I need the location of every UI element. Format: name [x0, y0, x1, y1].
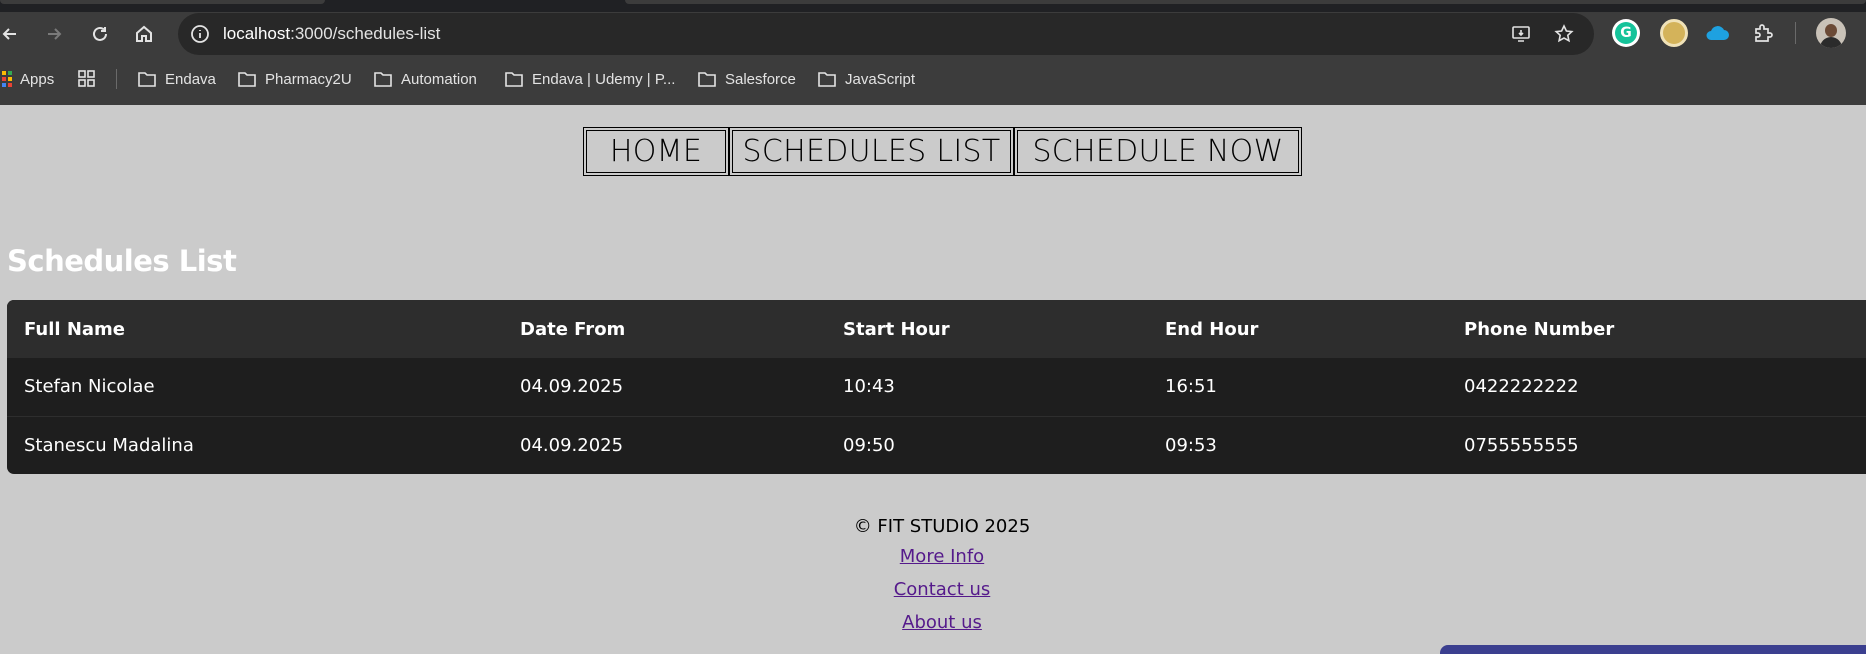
cloud-extension-icon[interactable] — [1703, 19, 1731, 47]
column-header-date-from: Date From — [520, 318, 626, 340]
folder-icon — [818, 72, 836, 87]
nav-schedules-list-link[interactable]: SCHEDULES LIST — [729, 127, 1014, 176]
profile-avatar[interactable] — [1816, 18, 1846, 48]
grammarly-icon[interactable]: G — [1612, 19, 1640, 47]
bookmarks-separator — [116, 69, 117, 89]
tab-strip — [0, 0, 1866, 12]
column-header-start-hour: Start Hour — [843, 318, 950, 340]
bookmark-folder-salesforce[interactable]: Salesforce — [697, 68, 796, 90]
bookmark-folder-automation[interactable]: Automation — [373, 68, 477, 90]
column-header-phone-number: Phone Number — [1464, 318, 1615, 340]
bookmarks-bar: Apps Endava Pharmacy2U Automation Endava… — [0, 64, 1866, 94]
bookmark-apps-label: Apps — [20, 70, 55, 88]
table-header-row: Full Name Date From Start Hour End Hour … — [7, 300, 1866, 358]
bookmark-folder-javascript[interactable]: JavaScript — [817, 68, 915, 90]
nav-schedule-now-link[interactable]: SCHEDULE NOW — [1014, 127, 1302, 176]
schedules-table-container: Full Name Date From Start Hour End Hour … — [7, 300, 1866, 474]
install-app-icon[interactable] — [1511, 24, 1531, 44]
forward-icon[interactable] — [38, 18, 70, 50]
url-host: localhost — [223, 24, 291, 43]
bookmark-apps[interactable]: Apps — [0, 68, 54, 90]
main-nav: HOME SCHEDULES LIST SCHEDULE NOW — [583, 127, 1302, 176]
page-title: Schedules List — [7, 244, 237, 278]
browser-chrome: localhost:3000/schedules-list G Apps End… — [0, 0, 1866, 105]
cell-date-from: 04.09.2025 — [503, 415, 826, 474]
column-header-end-hour: End Hour — [1165, 318, 1259, 340]
cell-end-hour: 16:51 — [1165, 376, 1217, 398]
bookmark-star-icon[interactable] — [1554, 24, 1574, 44]
cell-end-hour: 09:53 — [1148, 415, 1447, 474]
cell-phone-number: 0422222222 — [1464, 376, 1579, 398]
cell-date-from: 04.09.2025 — [520, 376, 624, 398]
home-icon[interactable] — [128, 18, 160, 50]
address-bar[interactable]: localhost:3000/schedules-list — [178, 13, 1594, 55]
nav-home-link[interactable]: HOME — [583, 127, 729, 176]
reload-icon[interactable] — [84, 18, 116, 50]
back-icon[interactable] — [0, 18, 26, 50]
cell-start-hour: 10:43 — [843, 376, 895, 398]
schedules-table: Full Name Date From Start Hour End Hour … — [7, 300, 1866, 474]
toolbar-separator — [1795, 22, 1796, 44]
folder-icon — [138, 72, 156, 87]
coin-extension-icon[interactable] — [1660, 19, 1688, 47]
tab-active-edge[interactable] — [0, 0, 325, 4]
tab-groups-icon[interactable] — [77, 68, 97, 90]
page-footer: © FIT STUDIO 2025 More Info Contact us A… — [0, 514, 1866, 639]
apps-grid-icon — [0, 71, 12, 87]
folder-icon — [505, 72, 523, 87]
url-path: :3000/schedules-list — [290, 24, 441, 43]
bookmark-folder-endava-udemy[interactable]: Endava | Udemy | P... — [504, 68, 675, 90]
column-header-full-name: Full Name — [24, 318, 125, 340]
folder-icon — [374, 72, 392, 87]
site-info-icon[interactable] — [190, 24, 210, 44]
extensions-puzzle-icon[interactable] — [1749, 19, 1777, 47]
folder-icon — [698, 72, 716, 87]
contact-us-link[interactable]: Contact us — [894, 573, 991, 607]
folder-icon — [238, 72, 256, 87]
bookmark-folder-endava[interactable]: Endava — [137, 68, 216, 90]
cell-start-hour: 09:50 — [826, 415, 1148, 474]
cell-full-name: Stefan Nicolae — [24, 376, 155, 398]
table-row: Stefan Nicolae 04.09.2025 10:43 16:51 04… — [7, 358, 1866, 416]
bookmark-folder-pharmacy2u[interactable]: Pharmacy2U — [237, 68, 352, 90]
copyright-text: © FIT STUDIO 2025 — [853, 516, 1031, 537]
more-info-link[interactable]: More Info — [900, 540, 984, 574]
url-text[interactable]: localhost:3000/schedules-list — [223, 24, 440, 44]
table-row: Stanescu Madalina 04.09.2025 09:50 09:53… — [7, 415, 1866, 474]
cell-phone-number: 0755555555 — [1447, 415, 1866, 474]
about-us-link[interactable]: About us — [902, 606, 982, 640]
tab-edge[interactable] — [625, 0, 1866, 4]
floating-widget-tab[interactable] — [1440, 645, 1866, 654]
cell-full-name: Stanescu Madalina — [7, 415, 503, 474]
